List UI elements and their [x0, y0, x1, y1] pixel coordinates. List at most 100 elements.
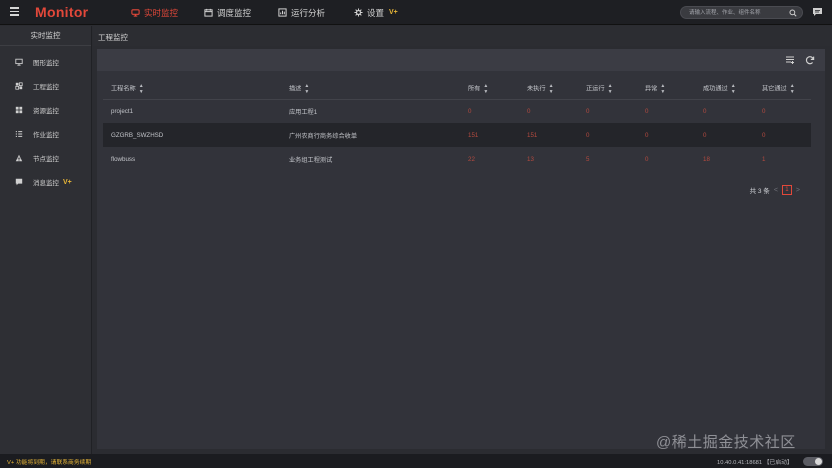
gear-icon: [354, 8, 363, 17]
cell-other: 0: [762, 107, 766, 115]
table-row[interactable]: GZGRB_SWZHSD 广州农商行商务综合收单 151 151 0 0 0 0: [103, 123, 811, 147]
vip-badge: V+: [389, 9, 398, 16]
menu-toggle-icon[interactable]: [10, 7, 19, 16]
monitor-icon: [15, 58, 23, 66]
sidebar-item-label: 节点监控: [33, 156, 59, 163]
cell-success: 18: [703, 155, 710, 163]
cell-all: 22: [468, 155, 475, 163]
project-monitor-panel: 工程名称 ▲ ▼ 描述 ▲ ▼ 所有 ▲ ▼ 未执行 ▲ ▼ 正运行 ▲ ▼ 异常 ▲ ▼ 成功通过 ▲ ▼…: [97, 49, 825, 449]
status-toggle[interactable]: [803, 457, 823, 466]
sidebar-item-job-monitor[interactable]: 作业监控: [0, 122, 91, 146]
refresh-icon[interactable]: [805, 55, 815, 65]
sort-icon[interactable]: ▲ ▼: [549, 83, 554, 95]
column-header[interactable]: 其它通过 ▲ ▼: [754, 79, 811, 100]
server-status: 10.40.0.41:18681 【已启动】: [717, 460, 793, 466]
cell-other: 0: [754, 123, 811, 147]
watermark: @稀土掘金技术社区: [656, 434, 796, 451]
cell-name: flowbuss: [111, 155, 136, 163]
sort-icon[interactable]: ▲ ▼: [304, 83, 309, 95]
sort-icon[interactable]: ▲ ▼: [608, 83, 613, 95]
status-bar: V+ 功能将到期，请联系商务续期 10.40.0.41:18681 【已启动】: [0, 454, 832, 468]
cell-pending: 151: [519, 123, 578, 147]
sidebar-item-resource-monitor[interactable]: 资源监控: [0, 98, 91, 122]
nav-label: 运行分析: [291, 7, 326, 18]
realtime-icon: [131, 9, 140, 17]
column-header[interactable]: 描述 ▲ ▼: [281, 79, 460, 100]
column-header[interactable]: 未执行 ▲ ▼: [519, 79, 578, 100]
cell-desc: 业务组工程测试: [289, 156, 333, 164]
sort-icon[interactable]: ▲ ▼: [731, 83, 736, 95]
sidebar-item-label: 工程监控: [33, 84, 59, 91]
sidebar-item-label: 作业监控: [33, 132, 59, 139]
cell-desc: 广州农商行商务综合收单: [281, 123, 460, 147]
table-row[interactable]: flowbuss 业务组工程测试 22 13 5 0 18 1: [103, 147, 811, 171]
sidebar-item-label: 资源监控: [33, 108, 59, 115]
cell-running: 0: [578, 123, 637, 147]
search-box: [680, 6, 803, 19]
nav-item-settings[interactable]: 设置 V+: [354, 0, 398, 25]
column-header[interactable]: 正运行 ▲ ▼: [578, 79, 637, 100]
sidebar-item-label: 消息监控: [33, 180, 59, 187]
page-number-button[interactable]: 1: [781, 185, 792, 195]
table-header-row: 工程名称 ▲ ▼ 描述 ▲ ▼ 所有 ▲ ▼ 未执行 ▲ ▼ 正运行 ▲ ▼ 异常 ▲ ▼ 成功通过 ▲ ▼…: [103, 79, 811, 100]
breadcrumb-bar: 工程监控: [93, 26, 832, 46]
pagination: 共 3 条 < 1 >: [750, 185, 800, 195]
nav-label: 实时监控: [144, 7, 179, 18]
search-icon[interactable]: [789, 9, 797, 17]
top-bar: Monitor 实时监控 调度监控 运行分析 设置 V+: [0, 0, 832, 25]
cell-pending: 0: [527, 107, 531, 115]
cell-running: 5: [586, 155, 590, 163]
project-table: 工程名称 ▲ ▼ 描述 ▲ ▼ 所有 ▲ ▼ 未执行 ▲ ▼ 正运行 ▲ ▼ 异常 ▲ ▼ 成功通过 ▲ ▼…: [103, 79, 811, 171]
table-row[interactable]: project1 应用工程1 0 0 0 0 0 0: [103, 99, 811, 123]
sidebar-title: 实时监控: [0, 26, 91, 46]
search-input[interactable]: [689, 8, 789, 18]
sort-icon[interactable]: ▲ ▼: [790, 83, 795, 95]
message-icon[interactable]: [812, 7, 823, 17]
cell-pending: 13: [527, 155, 534, 163]
sort-icon[interactable]: ▲ ▼: [660, 83, 665, 95]
sidebar: 实时监控 图形监控 工程监控 资源监控 作业监控 节点监控 消息监控 V+: [0, 26, 92, 454]
sort-icon[interactable]: ▲ ▼: [483, 83, 488, 95]
sort-icon[interactable]: ▲ ▼: [139, 83, 144, 95]
column-header[interactable]: 成功通过 ▲ ▼: [695, 79, 754, 100]
cell-desc: 应用工程1: [289, 108, 318, 116]
resource-icon: [15, 106, 23, 114]
app-brand: Monitor: [35, 4, 89, 20]
list-icon: [15, 131, 23, 137]
nav-label: 调度监控: [217, 7, 252, 18]
cell-other: 1: [762, 155, 766, 163]
nav-item-analysis[interactable]: 运行分析: [278, 0, 325, 25]
column-header[interactable]: 所有 ▲ ▼: [460, 79, 519, 100]
cell-success: 0: [695, 123, 754, 147]
cell-success: 0: [703, 107, 707, 115]
nav-item-realtime[interactable]: 实时监控: [131, 0, 178, 25]
column-header[interactable]: 异常 ▲ ▼: [637, 79, 695, 100]
vip-badge: V+: [63, 178, 72, 186]
next-page-button[interactable]: >: [796, 187, 800, 194]
message-icon: [15, 178, 23, 186]
column-header[interactable]: 工程名称 ▲ ▼: [103, 79, 281, 100]
pagination-total: 共 3 条: [749, 188, 770, 195]
cell-all: 151: [460, 123, 519, 147]
breadcrumb: 工程监控: [98, 33, 128, 42]
calendar-icon: [204, 8, 213, 17]
sidebar-item-project-monitor[interactable]: 工程监控: [0, 74, 91, 98]
chart-icon: [278, 8, 287, 17]
cell-running: 0: [586, 107, 590, 115]
toggle-knob: [815, 458, 822, 465]
cell-name: project1: [111, 107, 134, 115]
project-icon: [15, 82, 23, 90]
prev-page-button[interactable]: <: [774, 187, 778, 194]
cell-all: 0: [468, 107, 472, 115]
sidebar-item-node-monitor[interactable]: 节点监控: [0, 146, 91, 170]
nav-label: 设置: [367, 7, 385, 18]
sidebar-item-graph-monitor[interactable]: 图形监控: [0, 50, 91, 74]
node-icon: [15, 154, 23, 162]
nav-item-schedule[interactable]: 调度监控: [204, 0, 251, 25]
sidebar-item-message-monitor[interactable]: 消息监控 V+: [0, 170, 91, 194]
cell-name: GZGRB_SWZHSD: [103, 123, 281, 147]
cell-error: 0: [637, 123, 695, 147]
cell-error: 0: [645, 107, 649, 115]
column-settings-icon[interactable]: [785, 55, 795, 65]
panel-toolbar: [97, 49, 825, 71]
